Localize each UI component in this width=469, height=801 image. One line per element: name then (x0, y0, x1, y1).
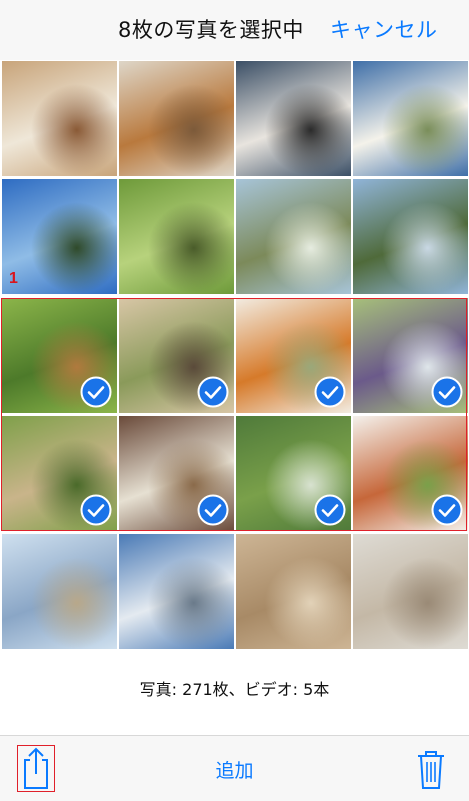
photo-tote-bag[interactable] (2, 61, 117, 176)
annotation-marker-1: 1 (9, 270, 18, 287)
cancel-button[interactable]: キャンセル (330, 14, 438, 44)
photo-grass-closeup[interactable] (119, 179, 234, 294)
checkmark-icon (197, 376, 229, 408)
bottom-toolbar: 追加 (0, 735, 469, 801)
checkmark-icon (314, 494, 346, 526)
photo-herb-planter[interactable] (2, 298, 117, 413)
photo-pond-trees[interactable] (2, 179, 117, 294)
photo-garden-tray[interactable] (119, 298, 234, 413)
photo-arch-garden[interactable] (353, 298, 468, 413)
trash-icon (418, 751, 444, 789)
selection-count-title: 8枚の写真を選択中 (118, 18, 304, 42)
photo-grid (0, 61, 469, 651)
photo-tree-sky[interactable] (236, 179, 351, 294)
checkmark-icon (431, 376, 463, 408)
checkmark-icon (314, 376, 346, 408)
photo-sunlit-field[interactable] (353, 61, 468, 176)
photo-beach-stick[interactable] (353, 534, 468, 649)
add-to-album-button[interactable]: 追加 (0, 756, 469, 783)
library-count-text: 写真: 271枚、ビデオ: 5本 (139, 680, 330, 699)
photo-pine-branch[interactable] (353, 179, 468, 294)
photo-tea-cup[interactable] (236, 298, 351, 413)
photo-garden-path[interactable] (2, 416, 117, 531)
delete-button[interactable] (412, 747, 450, 791)
photo-sand-driftwood[interactable] (236, 534, 351, 649)
checkmark-icon (80, 376, 112, 408)
photo-house-pots[interactable] (353, 416, 468, 531)
checkmark-icon (197, 494, 229, 526)
checkmark-icon (80, 494, 112, 526)
photo-beach-clouds-1[interactable] (2, 534, 117, 649)
photo-small-flowers[interactable] (236, 416, 351, 531)
checkmark-icon (431, 494, 463, 526)
photo-wooden-stools[interactable] (119, 61, 234, 176)
photo-postcards[interactable] (236, 61, 351, 176)
selection-header: 8枚の写真を選択中 キャンセル (0, 0, 469, 60)
photo-beach-clouds-2[interactable] (119, 534, 234, 649)
photo-seedlings-book[interactable] (119, 416, 234, 531)
